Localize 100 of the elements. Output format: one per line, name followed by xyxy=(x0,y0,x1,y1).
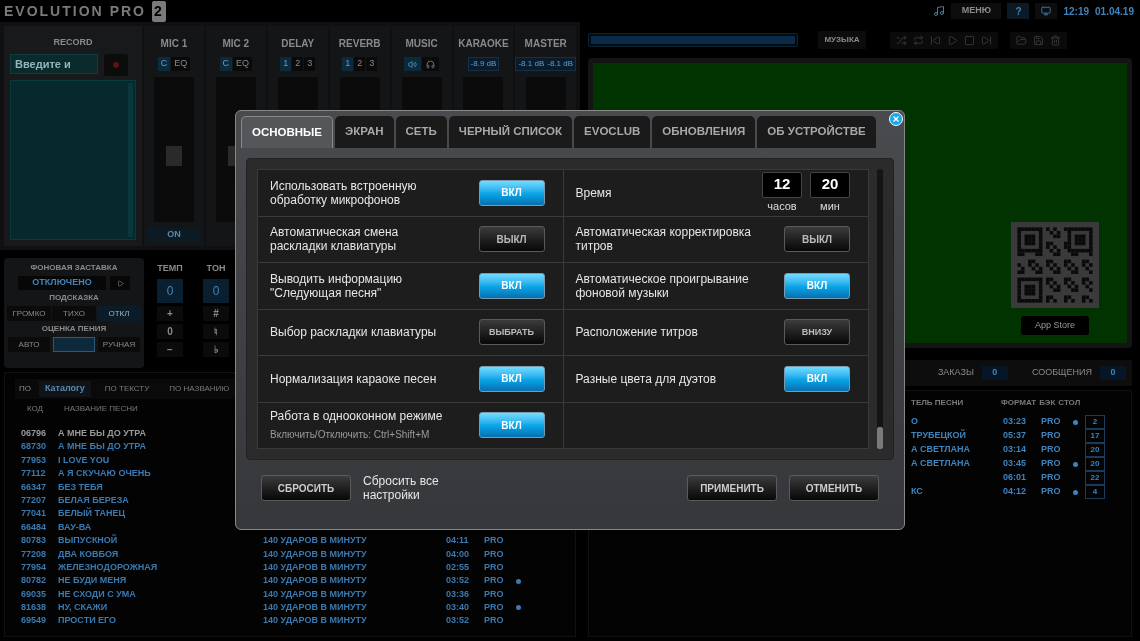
choice-button[interactable]: ВНИЗУ xyxy=(784,319,850,346)
queue-row[interactable]: А СВЕТЛАНА 03:14 PRO 20 xyxy=(911,443,1127,457)
shuffle-icon[interactable] xyxy=(896,34,907,46)
tempo-key[interactable]: − xyxy=(157,341,183,357)
tempo-key[interactable]: 0 xyxy=(157,323,183,339)
settings-tab[interactable]: ОБ УСТРОЙСТВЕ xyxy=(757,116,876,148)
song-code: 77207 xyxy=(21,493,48,507)
queue-row[interactable]: ТРУБЕЦКОЙ 05:37 PRO 17 xyxy=(911,429,1127,443)
queue-row[interactable]: А СВЕТЛАНА 03:45 PRO 20 xyxy=(911,457,1127,471)
folder-icon[interactable] xyxy=(1016,34,1027,46)
play-button[interactable] xyxy=(110,276,130,290)
song-artist: 140 УДАРОВ В МИНУТУ xyxy=(263,560,368,574)
settings-tab[interactable]: ОСНОВНЫЕ xyxy=(241,116,334,148)
song-title: БЕЗ ТЕБЯ xyxy=(58,480,104,494)
settings-tab[interactable]: ОБНОВЛЕНИЯ xyxy=(652,116,756,148)
settings-tab[interactable]: EVOCLUB xyxy=(574,116,651,148)
time-field[interactable]: 20 xyxy=(810,171,850,198)
rating-option[interactable]: АВТО xyxy=(8,337,50,352)
queue-row[interactable]: 06:01 PRO 22 xyxy=(911,471,1127,485)
time-field[interactable]: 12 xyxy=(762,171,802,198)
close-button[interactable] xyxy=(889,112,903,126)
monitor-button[interactable] xyxy=(1035,3,1058,19)
tempo-key[interactable]: + xyxy=(157,305,183,321)
tone-key[interactable]: ♭ xyxy=(203,341,229,357)
queue-duration: 03:14 xyxy=(1003,443,1028,457)
channel-button[interactable]: 1 xyxy=(342,57,354,71)
channel-button[interactable]: 2 xyxy=(292,57,304,71)
settings-tab[interactable]: ЭКРАН xyxy=(335,116,394,148)
channel-button[interactable]: C xyxy=(219,57,233,71)
song-row[interactable]: 80782 НЕ БУДИ МЕНЯ 140 УДАРОВ В МИНУТУ 03:52 PRO xyxy=(21,574,565,588)
song-row[interactable]: 69549 ПРОСТИ ЕГО 140 УДАРОВ В МИНУТУ 03:52 PRO xyxy=(21,614,565,628)
table-number: 20 xyxy=(1085,457,1105,471)
hint-option[interactable]: ТИХО xyxy=(52,306,96,321)
app-store-badge[interactable]: App Store xyxy=(1021,316,1089,335)
trash-icon[interactable] xyxy=(1050,34,1061,46)
fader-knob[interactable] xyxy=(165,145,182,166)
queue-artist: А СВЕТЛАНА xyxy=(911,443,972,457)
stop-icon[interactable] xyxy=(964,34,975,46)
queue-row[interactable]: О 03:23 PRO 2 xyxy=(911,415,1127,429)
headphones-button[interactable] xyxy=(422,57,440,71)
choice-button[interactable]: ВЫБРАТЬ xyxy=(478,319,545,346)
song-row[interactable]: 81638 НУ, СКАЖИ 140 УДАРОВ В МИНУТУ 03:40 PRO xyxy=(21,601,565,615)
hint-option[interactable]: ГРОМКО xyxy=(7,306,51,321)
repeat-icon[interactable] xyxy=(913,34,924,46)
screensaver-value: ОТКЛЮЧЕНО xyxy=(18,276,106,290)
queue-duration: 03:45 xyxy=(1003,457,1028,471)
song-row[interactable]: 80783 ВЫПУСКНОЙ 140 УДАРОВ В МИНУТУ 04:11 PRO xyxy=(21,534,565,548)
next-icon[interactable] xyxy=(981,34,992,46)
section-label: ФОНОВАЯ ЗАСТАВКА xyxy=(30,262,118,274)
speaker-button[interactable] xyxy=(404,57,422,71)
settings-tab[interactable]: СЕТЬ xyxy=(395,116,447,148)
channel-button[interactable]: 3 xyxy=(304,57,316,71)
channel-button[interactable]: C xyxy=(157,57,171,71)
name-field[interactable]: Введите и xyxy=(10,53,98,74)
rating-option[interactable]: РУЧНАЯ xyxy=(98,337,140,352)
column-header: СТОЛ xyxy=(1058,397,1081,409)
song-row[interactable]: 69035 НЕ СХОДИ С УМА 140 УДАРОВ В МИНУТУ 03:36 PRO xyxy=(21,587,565,602)
save-icon[interactable] xyxy=(1033,34,1044,46)
record-button[interactable] xyxy=(104,53,128,76)
toggle-button[interactable]: ВЫКЛ xyxy=(784,226,850,253)
apply-button[interactable]: ПРИМЕНИТЬ xyxy=(687,475,777,501)
reset-button[interactable]: СБРОСИТЬ xyxy=(261,475,351,501)
channel-button[interactable]: 1 xyxy=(280,57,292,71)
song-row[interactable]: 77954 ЖЕЛЕЗНОДОРОЖНАЯ 140 УДАРОВ В МИНУТУ 02:55 PRO xyxy=(21,560,565,575)
catalog-tab[interactable]: ПО ТЕКСТУ xyxy=(98,381,156,397)
cancel-button[interactable]: ОТМЕНИТЬ xyxy=(789,475,879,501)
play-icon[interactable] xyxy=(947,34,958,46)
song-duration: 04:00 xyxy=(446,547,471,561)
queue-row[interactable]: КС 04:12 PRO 4 xyxy=(911,485,1127,499)
rating-option[interactable] xyxy=(53,337,95,352)
music-note-icon[interactable] xyxy=(933,5,946,17)
catalog-tab[interactable]: ПО НАЗВАНИЮ xyxy=(163,381,236,397)
hint-option[interactable]: ОТКЛ xyxy=(97,306,141,321)
tone-key[interactable]: # xyxy=(203,305,229,321)
channel-button[interactable]: 2 xyxy=(354,57,366,71)
channel-button[interactable]: EQ xyxy=(233,57,253,71)
previous-icon[interactable] xyxy=(930,34,941,46)
channel-button[interactable]: EQ xyxy=(171,57,191,71)
queue-format: PRO xyxy=(1041,471,1062,485)
toggle-button[interactable]: ВЫКЛ xyxy=(478,226,545,253)
catalog-tab[interactable]: Каталогу xyxy=(39,381,91,397)
song-title: ПРОСТИ ЕГО xyxy=(58,614,118,628)
queue-artist: О xyxy=(911,415,919,429)
channel-button[interactable]: 3 xyxy=(366,57,378,71)
song-title: А МНЕ БЫ ДО УТРА xyxy=(58,440,147,454)
settings-tab[interactable]: ЧЕРНЫЙ СПИСОК xyxy=(448,116,573,148)
help-button[interactable]: ? xyxy=(1007,3,1030,19)
song-title: I LOVE YOU xyxy=(58,453,111,467)
readout-value: -8.9 dB xyxy=(470,58,497,70)
song-code: 77954 xyxy=(21,560,48,574)
menu-button[interactable]: МЕНЮ xyxy=(951,3,1002,19)
setting-label: Выбор раскладки клавиатуры xyxy=(270,325,438,340)
song-row[interactable]: 77208 ДВА КОВБОЯ 140 УДАРОВ В МИНУТУ 04:00 PRO xyxy=(21,547,565,561)
tone-key[interactable]: ♮ xyxy=(203,323,229,339)
power-button[interactable]: ON xyxy=(147,228,200,242)
table-number: 17 xyxy=(1085,429,1105,443)
song-code: 69549 xyxy=(21,614,48,628)
column-header: КОД xyxy=(27,403,45,415)
scrollbar-thumb[interactable] xyxy=(877,427,883,449)
music-button[interactable]: МУЗЫКА xyxy=(818,31,866,49)
